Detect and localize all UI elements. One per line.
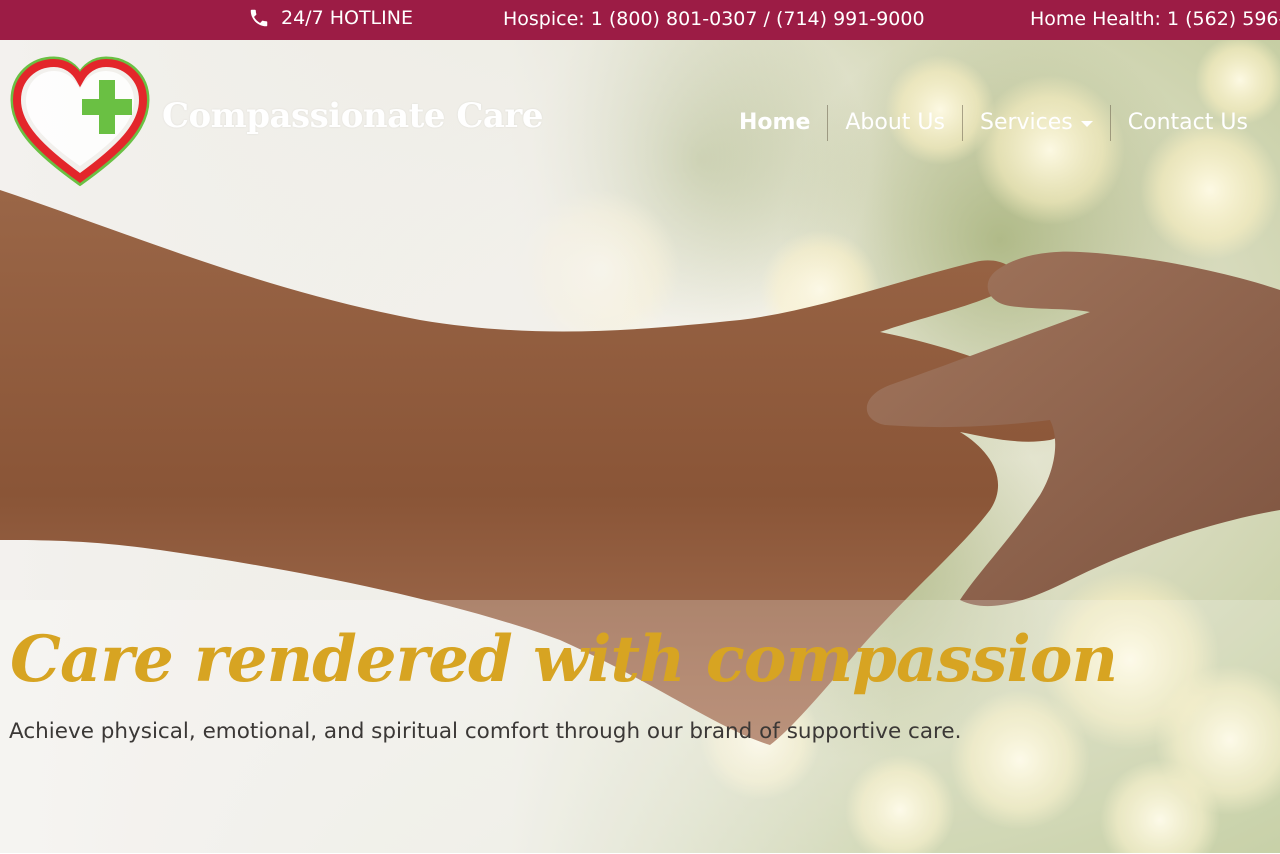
nav-services-label: Services bbox=[979, 110, 1073, 135]
hero-subline: Achieve physical, emotional, and spiritu… bbox=[9, 719, 962, 744]
hero-headline: Care rendered with compassion bbox=[10, 622, 1118, 697]
nav-contact-us[interactable]: Contact Us bbox=[1111, 104, 1265, 142]
hotline[interactable]: 24/7 HOTLINE bbox=[248, 7, 413, 29]
nav-about-us[interactable]: About Us bbox=[828, 104, 962, 142]
heart-plus-icon[interactable] bbox=[8, 56, 153, 190]
nav-home[interactable]: Home bbox=[722, 104, 827, 142]
hotline-bar: 24/7 HOTLINE Hospice: 1 (800) 801-0307 /… bbox=[0, 0, 1280, 40]
nav-home-label: Home bbox=[739, 110, 811, 135]
nav-about-us-label: About Us bbox=[845, 110, 945, 135]
main-nav: Home About Us Services Contact Us bbox=[722, 104, 1265, 142]
home-health-phone[interactable]: Home Health: 1 (562) 596-4884 bbox=[1030, 8, 1280, 30]
brand-name[interactable]: Compassionate Care bbox=[162, 96, 543, 136]
hotline-label: 24/7 HOTLINE bbox=[281, 7, 413, 29]
phone-icon bbox=[248, 7, 270, 29]
caret-down-icon bbox=[1080, 121, 1093, 127]
nav-services[interactable]: Services bbox=[963, 104, 1110, 142]
nav-contact-us-label: Contact Us bbox=[1127, 110, 1248, 135]
hospice-phone[interactable]: Hospice: 1 (800) 801-0307 / (714) 991-90… bbox=[503, 8, 925, 30]
